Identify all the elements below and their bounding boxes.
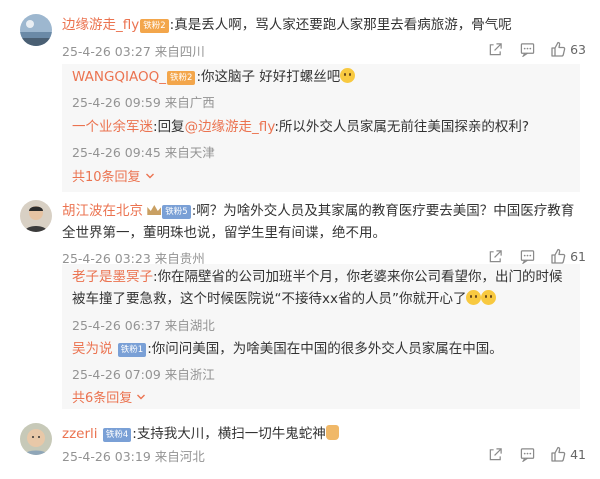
username-link[interactable]: 吴为说 (72, 341, 113, 357)
like-count: 63 (570, 41, 586, 57)
comment-body: 支持我大川，横扫一切牛鬼蛇神 (136, 426, 326, 442)
comment-meta: 25-4-26 03:19 来自河北 (62, 446, 205, 465)
reply-location: 来自天津 (164, 145, 215, 160)
like-icon (551, 41, 566, 57)
reply-thread: 老子是墨冥子:你在隔壁省的公司加班半个月，你老婆来你公司看望你，出门的时候被车撞… (62, 264, 580, 409)
comment-text: 胡江波在北京 铁粉5:啊？为啥外交人员及其家属的教育医疗要去美国？中国医疗教育全… (62, 203, 575, 241)
comment-actions: 63 (476, 40, 586, 58)
thumbs-up-emoji-icon (325, 425, 339, 440)
like-icon (551, 248, 566, 264)
reply-location: 来自湖北 (164, 318, 215, 333)
reply-body: 所以外交人员家属无前往美国探亲的权利? (278, 119, 530, 135)
comment-time: 25-4-26 03:19 (62, 449, 151, 464)
fan-badge: 铁粉2 (140, 19, 169, 33)
reply-body: 你问问美国，为啥美国在中国的很多外交人员家属在中国。 (151, 341, 503, 357)
comment-location: 来自河北 (154, 449, 205, 464)
reply-time: 25-4-26 09:59 (72, 95, 161, 110)
comment-text: 边缘游走_fly 铁粉2:真是丢人啊，骂人家还要跑人家那里去看病旅游，骨气呢 (62, 17, 512, 33)
comment-location: 来自四川 (154, 44, 205, 59)
comment-text: zzerli 铁粉4:支持我大川，横扫一切牛鬼蛇神 (62, 423, 580, 445)
comment-time: 25-4-26 03:27 (62, 44, 151, 59)
reply-item: WANGQIAOQ_ 铁粉2:你这脑子 好好打螺丝吧 (72, 66, 570, 88)
like-icon (551, 446, 566, 462)
reply-location: 来自浙江 (164, 367, 215, 382)
comment-icon[interactable] (514, 247, 540, 265)
more-replies-link[interactable]: 共10条回复 (72, 166, 155, 185)
reply-meta: 25-4-26 06:37 来自湖北 (72, 315, 215, 334)
comment-1: 边缘游走_fly 铁粉2:真是丢人啊，骂人家还要跑人家那里去看病旅游，骨气呢 25… (0, 0, 600, 192)
reply-location: 来自广西 (164, 95, 215, 110)
more-replies-label: 共6条回复 (72, 391, 133, 406)
chevron-down-icon (137, 394, 146, 400)
reply-prefix: 回复 (157, 119, 185, 135)
reply-meta: 25-4-26 09:59 来自广西 (72, 92, 215, 111)
sad-emoji-icon (481, 290, 497, 305)
comment-icon[interactable] (514, 40, 540, 58)
username-link[interactable]: 老子是墨冥子 (72, 269, 153, 285)
reply-thread: WANGQIAOQ_ 铁粉2:你这脑子 好好打螺丝吧 25-4-26 09:59 … (62, 64, 580, 192)
comment-icon[interactable] (514, 445, 540, 463)
reply-item: 吴为说 铁粉1:你问问美国，为啥美国在中国的很多外交人员家属在中国。 (72, 341, 503, 357)
reply-meta: 25-4-26 09:45 来自天津 (72, 142, 215, 161)
comment-actions: 41 (476, 445, 586, 463)
fan-badge: 铁粉5 (162, 205, 191, 219)
sad-emoji-icon (466, 290, 482, 305)
username-link[interactable]: WANGQIAOQ_ (72, 69, 166, 85)
reply-item: 一个业余军迷:回复@边缘游走_fly:所以外交人员家属无前往美国探亲的权利? (72, 119, 530, 135)
reply-time: 25-4-26 09:45 (72, 145, 161, 160)
like-button[interactable]: 63 (550, 41, 586, 57)
chevron-down-icon (145, 173, 154, 179)
mention-link[interactable]: @边缘游走_fly (185, 119, 275, 135)
share-icon[interactable] (482, 247, 508, 265)
more-replies-label: 共10条回复 (72, 170, 141, 185)
reply-item: 老子是墨冥子:你在隔壁省的公司加班半个月，你老婆来你公司看望你，出门的时候被车撞… (72, 269, 563, 307)
comment-3: zzerli 铁粉4:支持我大川，横扫一切牛鬼蛇神 25-4-26 03:19 … (0, 420, 600, 479)
share-icon[interactable] (482, 40, 508, 58)
reply-time: 25-4-26 07:09 (72, 367, 161, 382)
username-link[interactable]: 一个业余军迷 (72, 119, 153, 135)
like-count: 61 (570, 248, 586, 264)
crown-icon (147, 205, 162, 215)
username-link[interactable]: 胡江波在北京 (62, 203, 143, 219)
fan-badge: 铁粉4 (102, 428, 132, 442)
avatar[interactable] (20, 423, 52, 455)
username-link[interactable]: 边缘游走_fly (62, 17, 139, 33)
avatar[interactable] (20, 200, 52, 232)
reply-time: 25-4-26 06:37 (72, 318, 161, 333)
comment-2: 胡江波在北京 铁粉5:啊？为啥外交人员及其家属的教育医疗要去美国？中国医疗教育全… (0, 196, 600, 411)
reply-meta: 25-4-26 07:09 来自浙江 (72, 364, 215, 383)
reply-body: 你这脑子 好好打螺丝吧 (201, 69, 341, 85)
avatar[interactable] (20, 14, 52, 46)
fan-badge: 铁粉1 (117, 343, 147, 357)
like-button[interactable]: 61 (550, 248, 586, 264)
comment-actions: 61 (476, 247, 586, 265)
more-replies-link[interactable]: 共6条回复 (72, 387, 146, 406)
comment-meta: 25-4-26 03:27 来自四川 (62, 41, 205, 60)
like-button[interactable]: 41 (550, 446, 586, 462)
fan-badge: 铁粉2 (167, 71, 196, 85)
laugh-emoji-icon (340, 68, 356, 83)
share-icon[interactable] (482, 445, 508, 463)
username-link[interactable]: zzerli (62, 426, 98, 442)
like-count: 41 (570, 446, 586, 462)
comment-body: 真是丢人啊，骂人家还要跑人家那里去看病旅游，骨气呢 (174, 17, 512, 33)
